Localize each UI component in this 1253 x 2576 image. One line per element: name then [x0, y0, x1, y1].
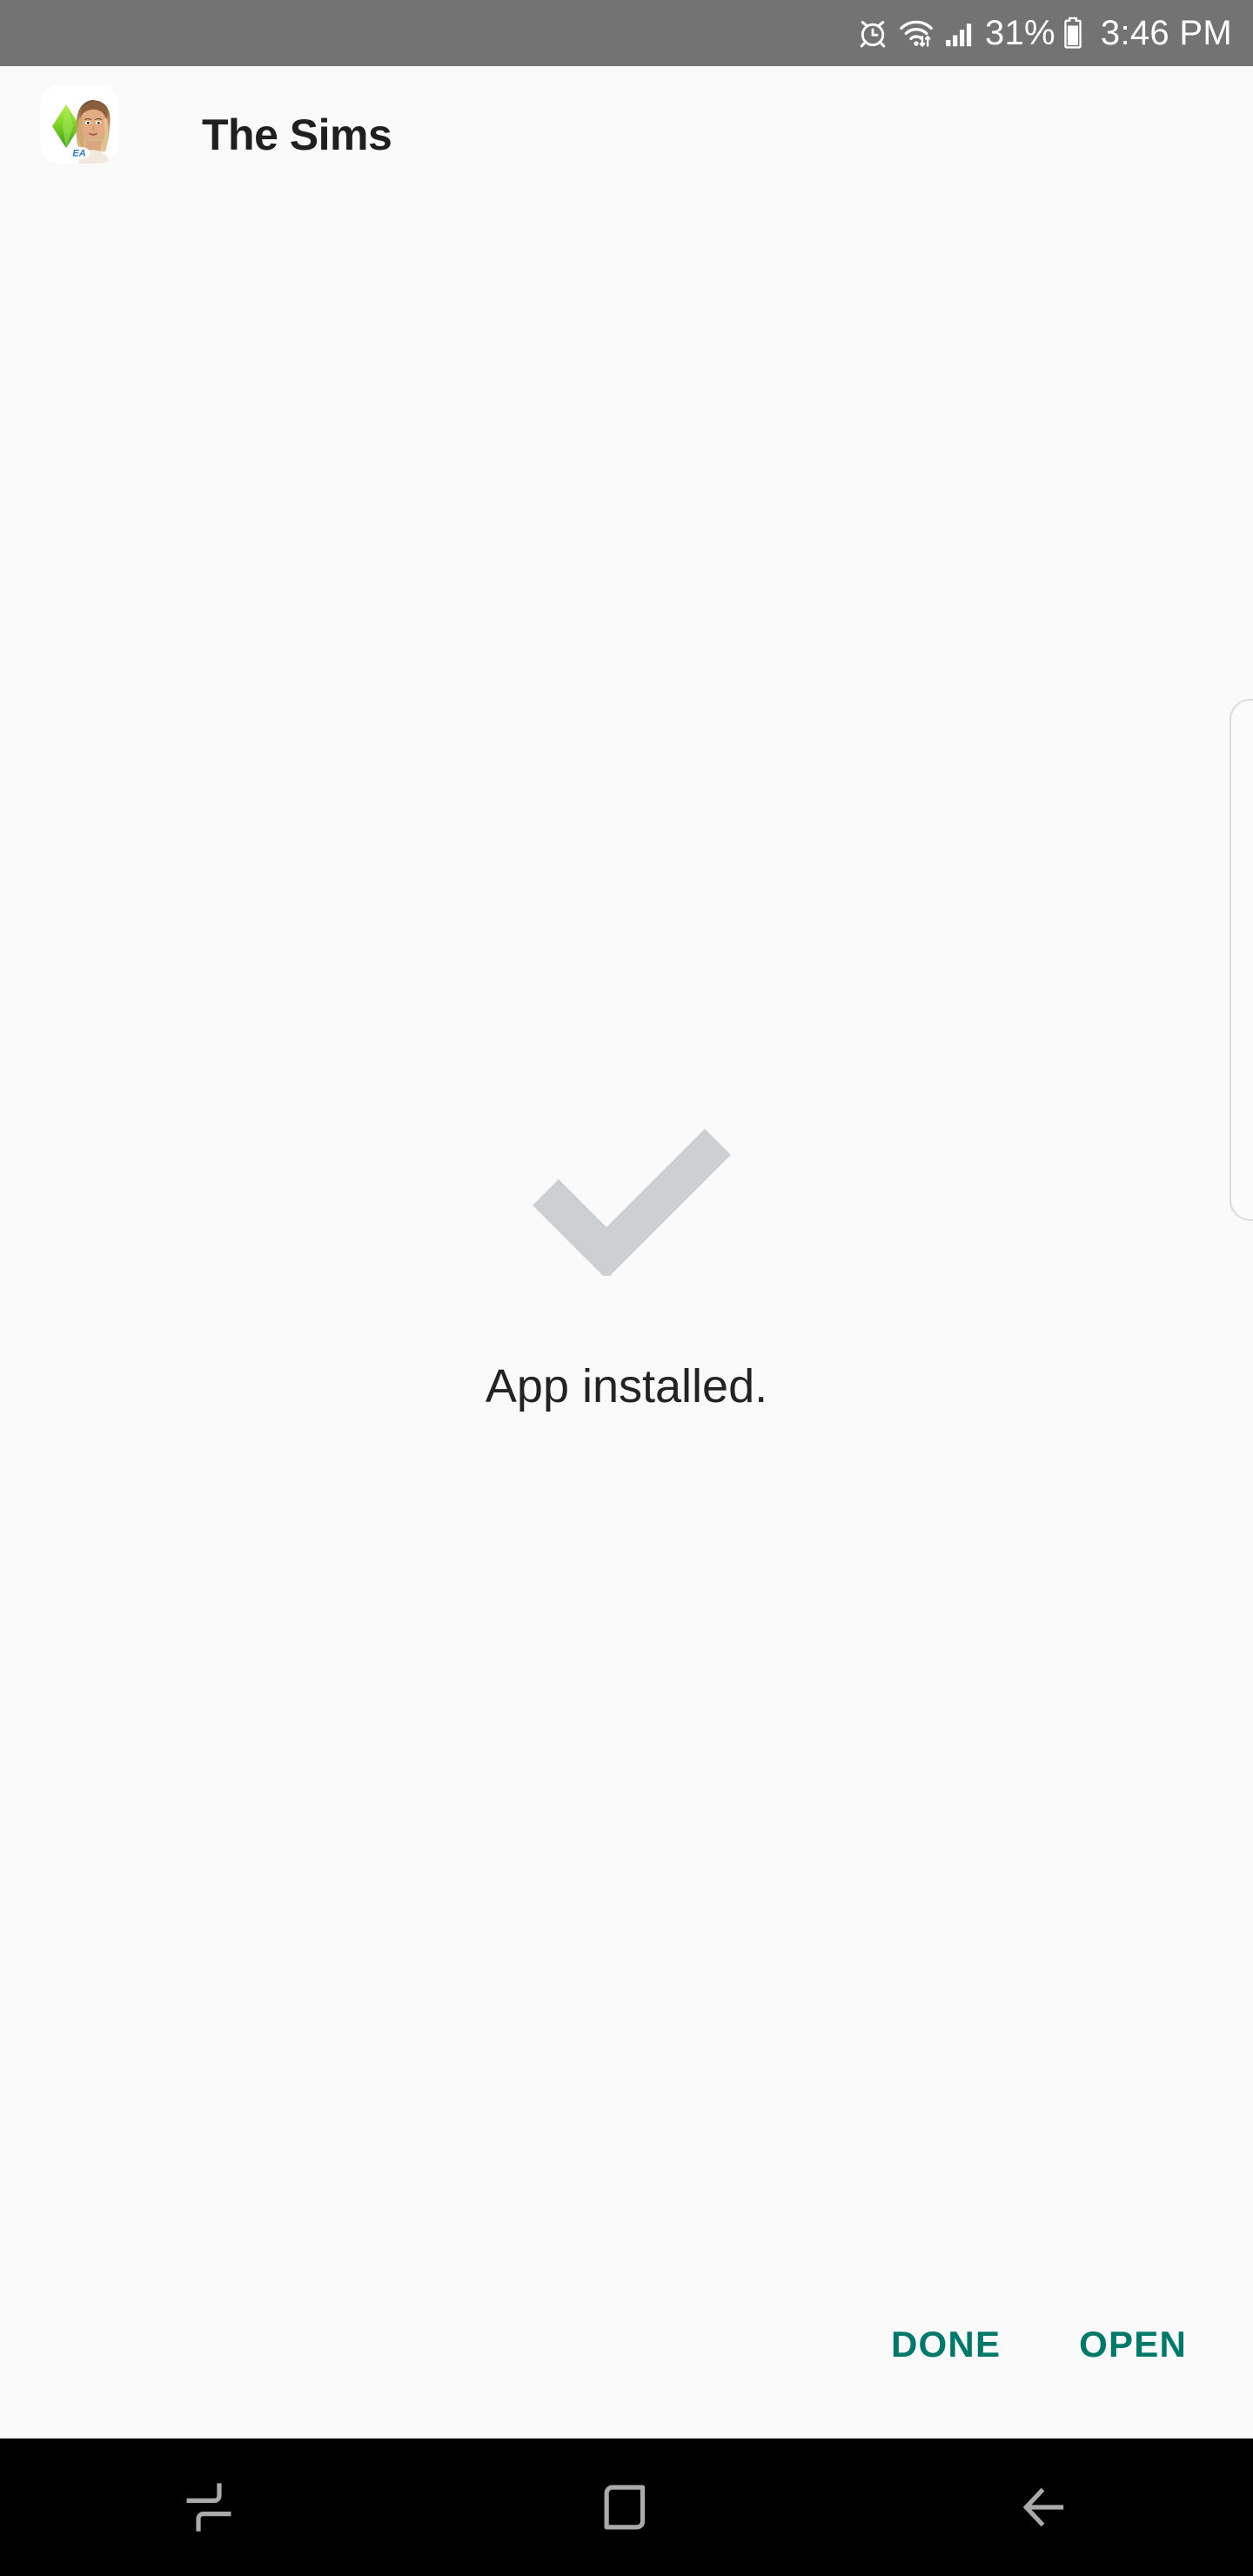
status-bar-clock: 3:46 PM: [1100, 14, 1232, 52]
done-button[interactable]: DONE: [879, 2310, 1013, 2379]
page-title: The Sims: [202, 111, 392, 159]
battery-percent-label: 31%: [984, 14, 1055, 52]
signal-bars-icon: [946, 23, 972, 47]
the-sims-app-icon: EA: [40, 85, 118, 164]
open-button[interactable]: OPEN: [1067, 2310, 1199, 2379]
action-bar: DONE OPEN: [0, 2289, 1253, 2400]
svg-text:EA: EA: [72, 148, 85, 158]
status-bar-icons: 31% 3:46 PM: [856, 16, 1232, 50]
install-status-region: App installed.: [0, 181, 1253, 2438]
battery-icon: [1064, 17, 1082, 49]
status-bar: 31% 3:46 PM: [0, 0, 1253, 66]
navigation-bar: [0, 2438, 1253, 2576]
back-arrow-icon: [1022, 2487, 1064, 2527]
wifi-transfer-icon: [900, 20, 933, 47]
recents-button[interactable]: [0, 2438, 418, 2576]
back-button[interactable]: [835, 2438, 1253, 2576]
recents-icon: [186, 2483, 231, 2532]
install-status-label: App installed.: [485, 1360, 768, 1412]
home-button[interactable]: [418, 2438, 835, 2576]
alarm-icon: [860, 21, 886, 48]
home-icon: [604, 2485, 646, 2530]
app-header: EA The Sims: [0, 66, 1253, 181]
installed-check-icon: [533, 1129, 731, 1276]
